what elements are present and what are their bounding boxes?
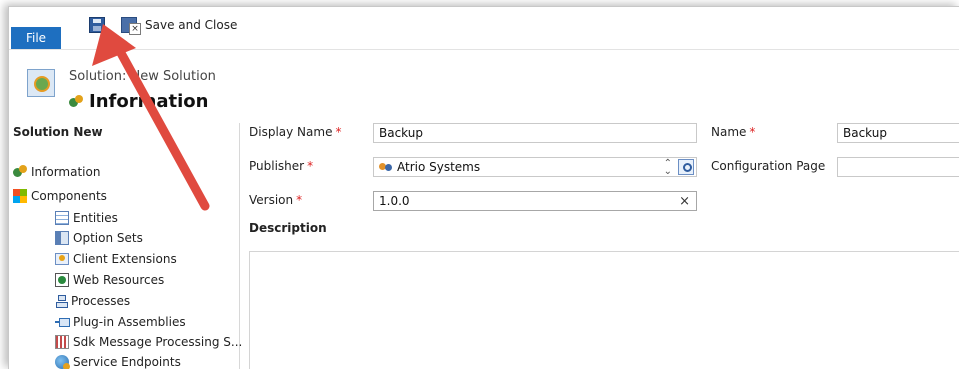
name-value: Backup xyxy=(843,126,887,140)
publisher-label: Publisher * xyxy=(249,159,313,173)
nav-item-plugin-assemblies[interactable]: Plug-in Assemblies xyxy=(55,315,186,329)
nav-item-client-extensions[interactable]: Client Extensions xyxy=(55,252,177,266)
file-tab[interactable]: File xyxy=(11,27,61,49)
web-resources-icon xyxy=(55,273,69,287)
version-value: 1.0.0 xyxy=(379,194,410,208)
page-title-row: Information xyxy=(69,91,208,112)
clear-icon[interactable]: × xyxy=(679,194,690,209)
nav-item-entities[interactable]: Entities xyxy=(55,211,118,225)
required-mark: * xyxy=(307,159,314,173)
client-extensions-icon xyxy=(55,253,69,265)
name-label: Name * xyxy=(711,125,755,139)
version-field[interactable]: 1.0.0 × xyxy=(373,191,697,211)
publisher-user-icon xyxy=(379,161,393,173)
gears-icon xyxy=(13,165,27,179)
name-field[interactable]: Backup xyxy=(837,123,959,143)
nav-item-processes[interactable]: Processes xyxy=(55,294,130,308)
components-icon xyxy=(13,189,27,203)
name-label-text: Name xyxy=(711,125,747,139)
processes-icon xyxy=(55,295,68,308)
display-name-label-text: Display Name xyxy=(249,125,333,139)
description-label: Description xyxy=(249,221,327,235)
nav-item-label: Sdk Message Processing S... xyxy=(73,335,243,349)
gears-icon xyxy=(69,94,83,109)
required-mark: * xyxy=(296,193,303,207)
nav-item-label: Option Sets xyxy=(73,231,143,245)
option-sets-icon xyxy=(55,231,69,245)
publisher-label-text: Publisher xyxy=(249,159,305,173)
service-endpoints-icon xyxy=(55,355,70,369)
nav-item-label: Processes xyxy=(71,294,131,308)
ribbon-bar: File × Save and Close xyxy=(9,7,959,50)
nav-item-label: Entities xyxy=(73,211,118,225)
nav-item-web-resources[interactable]: Web Resources xyxy=(55,273,164,287)
configuration-page-label: Configuration Page xyxy=(711,159,826,173)
nav-item-option-sets[interactable]: Option Sets xyxy=(55,231,143,245)
entities-icon xyxy=(55,211,69,225)
nav-item-information[interactable]: Information xyxy=(13,165,100,179)
solution-window: File × Save and Close Solution: New Solu… xyxy=(8,6,959,369)
nav-title: Solution New xyxy=(13,125,103,139)
solution-header-icon xyxy=(27,69,55,97)
nav-item-label: Web Resources xyxy=(73,273,165,287)
solution-nav: Solution New Information Components Enti… xyxy=(9,123,242,369)
page-title: Information xyxy=(89,91,209,112)
nav-item-label: Client Extensions xyxy=(73,252,177,266)
sdk-message-icon xyxy=(55,335,69,349)
nav-item-sdk-message-processing[interactable]: Sdk Message Processing S... xyxy=(55,335,242,349)
version-label: Version * xyxy=(249,193,302,207)
save-and-close-label: Save and Close xyxy=(145,18,238,32)
nav-item-label: Service Endpoints xyxy=(73,355,181,369)
lookup-search-icon[interactable] xyxy=(678,159,694,175)
plugin-assemblies-icon xyxy=(55,318,70,327)
save-and-close-button[interactable]: × Save and Close xyxy=(121,15,237,35)
display-name-value: Backup xyxy=(379,126,423,140)
required-mark: * xyxy=(749,125,756,139)
display-name-label: Display Name * xyxy=(249,125,341,139)
nav-item-components[interactable]: Components xyxy=(13,189,107,203)
spinner-arrows-icon[interactable]: ⌃ ⌄ xyxy=(664,159,672,177)
version-label-text: Version xyxy=(249,193,294,207)
save-button[interactable] xyxy=(89,15,107,35)
nav-item-label: Plug-in Assemblies xyxy=(73,315,186,329)
display-name-field[interactable]: Backup xyxy=(373,123,697,143)
nav-item-label: Components xyxy=(31,189,107,203)
description-textarea[interactable] xyxy=(249,251,959,369)
nav-item-service-endpoints[interactable]: Service Endpoints xyxy=(55,355,181,369)
configuration-page-field[interactable] xyxy=(837,157,959,177)
breadcrumb: Solution: New Solution xyxy=(69,69,216,84)
publisher-lookup[interactable]: Atrio Systems ⌃ ⌄ xyxy=(373,157,697,177)
nav-item-label: Information xyxy=(31,165,101,179)
required-mark: * xyxy=(335,125,342,139)
publisher-value: Atrio Systems xyxy=(397,160,481,174)
save-disk-icon xyxy=(89,17,105,33)
save-close-icon: × xyxy=(121,17,141,35)
